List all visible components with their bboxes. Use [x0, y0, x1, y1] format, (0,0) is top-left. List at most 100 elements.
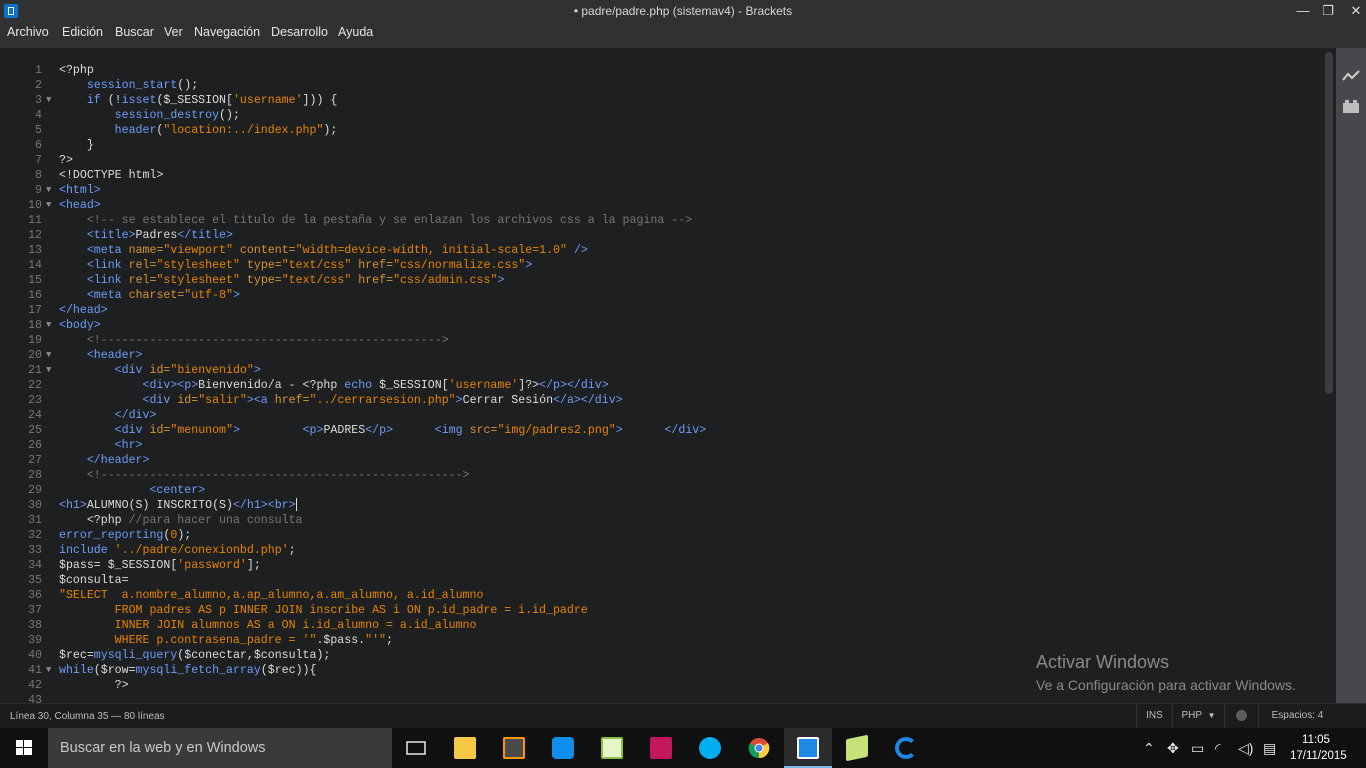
code-line[interactable]: 20 ▼ <header> [0, 348, 1323, 363]
code-line[interactable]: 33 include '../padre/conexionbd.php'; [0, 543, 1323, 558]
code-line[interactable]: 5 header("location:../index.php"); [0, 123, 1323, 138]
code-line[interactable]: 19 <!-----------------------------------… [0, 333, 1323, 348]
scrollbar-thumb[interactable] [1325, 52, 1333, 394]
code-line[interactable]: 23 <div id="salir"><a href="../cerrarses… [0, 393, 1323, 408]
language-selector[interactable]: PHP ▼ [1172, 704, 1224, 728]
menu-navegacion[interactable]: Navegación [191, 24, 263, 41]
code-lines[interactable]: 1 <?php 2 session_start(); 3 ▼ if (!isset($_… [0, 63, 1323, 703]
code-line[interactable]: 38 INNER JOIN alumnos AS a ON i.id_alumn… [0, 618, 1323, 633]
menu-ayuda[interactable]: Ayuda [335, 24, 376, 41]
code-line[interactable]: 29 <center> [0, 483, 1323, 498]
menu-edicion[interactable]: Edición [59, 24, 106, 41]
volume-icon[interactable]: ◁) [1238, 740, 1253, 757]
close-button[interactable]: ✕ [1341, 0, 1366, 22]
code-line[interactable]: 32 error_reporting(0); [0, 528, 1323, 543]
code-text: <div id="bienvenido"> [114, 364, 261, 377]
code-line[interactable]: 11 <!-- se establece el titulo de la pes… [0, 213, 1323, 228]
menu-ver[interactable]: Ver [161, 24, 186, 41]
brackets-button[interactable] [784, 728, 832, 768]
teamviewer-icon [552, 737, 574, 759]
phpstorm-button[interactable] [637, 728, 685, 768]
code-line[interactable]: 9 ▼ <html> [0, 183, 1323, 198]
code-line[interactable]: 18 ▼ <body> [0, 318, 1323, 333]
line-number: 13 [28, 244, 42, 257]
wifi-icon[interactable]: ◜ [1215, 740, 1220, 757]
menu-archivo[interactable]: Archivo [4, 24, 52, 41]
sublime-text-button[interactable] [490, 728, 538, 768]
menu-bar: Archivo Edición Buscar Ver Navegación De… [0, 22, 1366, 48]
activation-watermark-title: Activar Windows [1036, 652, 1170, 672]
chrome-button[interactable] [735, 728, 783, 768]
show-hidden-icons-chevron-icon[interactable]: ⌃ [1143, 740, 1155, 757]
code-line[interactable]: 31 <?php //para hacer una consulta [0, 513, 1323, 528]
code-line[interactable]: 28 <!-----------------------------------… [0, 468, 1323, 483]
code-line[interactable]: 3 ▼ if (!isset($_SESSION['username'])) { [0, 93, 1323, 108]
code-line[interactable]: 1 <?php [0, 63, 1323, 78]
line-number: 14 [28, 259, 42, 272]
code-line[interactable]: 17 </head> [0, 303, 1323, 318]
code-line[interactable]: 27 </header> [0, 453, 1323, 468]
linter-status-icon [1236, 709, 1247, 721]
code-line[interactable]: 16 <meta charset="utf-8"> [0, 288, 1323, 303]
code-line[interactable]: 36 "SELECT a.nombre_alumno,a.ap_alumno,a.… [0, 588, 1323, 603]
code-line[interactable]: 30 <h1>ALUMNO(S) INSCRITO(S)</h1><br> [0, 498, 1323, 513]
notepad-plus-button[interactable] [588, 728, 636, 768]
fold-arrow-icon[interactable]: ▼ [46, 183, 51, 198]
code-line[interactable]: 21 ▼ <div id="bienvenido"> [0, 363, 1323, 378]
fold-arrow-icon[interactable]: ▼ [46, 93, 51, 108]
fold-arrow-icon[interactable]: ▼ [46, 363, 51, 378]
extension-manager-icon[interactable] [1342, 98, 1360, 114]
taskbar-search-input[interactable]: Buscar en la web y en Windows [48, 728, 392, 768]
code-line[interactable]: 2 session_start(); [0, 78, 1323, 93]
windows-start-icon[interactable] [0, 728, 48, 768]
linter-status[interactable] [1224, 704, 1258, 728]
indent-setting[interactable]: Espacios: 4 [1258, 704, 1336, 728]
code-line[interactable]: 7 ?> [0, 153, 1323, 168]
code-line[interactable]: 12 <title>Padres</title> [0, 228, 1323, 243]
edge-button[interactable] [882, 728, 930, 768]
window-title: • padre/padre.php (sistemav4) - Brackets [573, 4, 793, 18]
code-text: <html> [59, 184, 101, 197]
notifications-icon[interactable]: ▤ [1263, 740, 1276, 757]
code-line[interactable]: 15 <link rel="stylesheet" type="text/css… [0, 273, 1323, 288]
code-line[interactable]: 22 <div><p>Bienvenido/a - <?php echo $_S… [0, 378, 1323, 393]
maximize-button[interactable]: ❐ [1313, 0, 1343, 22]
code-line[interactable]: 24 </div> [0, 408, 1323, 423]
fold-arrow-icon[interactable]: ▼ [46, 663, 51, 678]
code-line[interactable]: 26 <hr> [0, 438, 1323, 453]
code-line[interactable]: 43 [0, 693, 1323, 703]
code-line[interactable]: 4 session_destroy(); [0, 108, 1323, 123]
line-number: 25 [28, 424, 42, 437]
code-line[interactable]: 34 $pass= $_SESSION['password']; [0, 558, 1323, 573]
code-line[interactable]: 35 $consulta= [0, 573, 1323, 588]
menu-buscar[interactable]: Buscar [112, 24, 157, 41]
code-editor[interactable]: 1 <?php 2 session_start(); 3 ▼ if (!isset($_… [0, 48, 1323, 703]
system-clock[interactable]: 11:05 17/11/2015 [1290, 732, 1347, 764]
code-line[interactable]: 14 <link rel="stylesheet" type="text/css… [0, 258, 1323, 273]
menu-desarrollo[interactable]: Desarrollo [268, 24, 331, 41]
code-line[interactable]: 39 WHERE p.contrasena_padre = '".$pass."… [0, 633, 1323, 648]
code-text: <link rel="stylesheet" type="text/css" h… [86, 259, 533, 272]
fold-arrow-icon[interactable]: ▼ [46, 198, 51, 213]
clock-date: 17/11/2015 [1290, 750, 1347, 762]
code-line[interactable]: 25 <div id="menunom"> <p>PADRES</p> <img… [0, 423, 1323, 438]
skype-button[interactable] [686, 728, 734, 768]
insert-mode-toggle[interactable]: INS [1136, 704, 1172, 728]
code-line[interactable]: 8 <!DOCTYPE html> [0, 168, 1323, 183]
battery-icon[interactable]: ▭ [1191, 740, 1204, 757]
line-number: 2 [35, 79, 42, 92]
code-text: <head> [59, 199, 101, 212]
teamviewer-button[interactable] [539, 728, 587, 768]
live-preview-icon[interactable] [1342, 68, 1360, 84]
file-explorer-button[interactable] [441, 728, 489, 768]
code-line[interactable]: 37 FROM padres AS p INNER JOIN inscribe … [0, 603, 1323, 618]
fold-arrow-icon[interactable]: ▼ [46, 348, 51, 363]
code-line[interactable]: 13 <meta name="viewport" content="width=… [0, 243, 1323, 258]
fold-arrow-icon[interactable]: ▼ [46, 318, 51, 333]
code-line[interactable]: 10 ▼ <head> [0, 198, 1323, 213]
code-line[interactable]: 6 } [0, 138, 1323, 153]
task-view-button[interactable] [392, 728, 440, 768]
folder-button[interactable] [833, 728, 881, 768]
code-text: <h1>ALUMNO(S) INSCRITO(S)</h1><br> [59, 498, 297, 512]
dropbox-icon[interactable]: ✥ [1167, 740, 1179, 757]
